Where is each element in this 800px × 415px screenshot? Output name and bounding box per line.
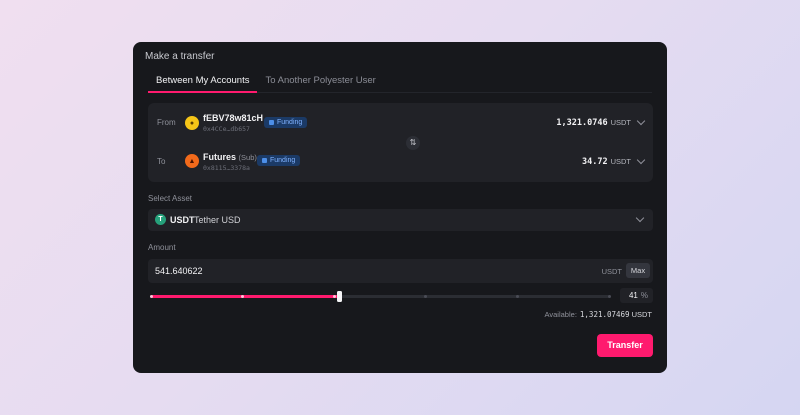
asset-selector[interactable]: T USDT Tether USD xyxy=(148,209,653,231)
available-value: 1,321.07469 xyxy=(579,310,630,319)
to-funding-badge: Funding xyxy=(257,155,301,166)
from-account-address: 0x4CCe…db657 xyxy=(203,125,250,133)
amount-label: Amount xyxy=(148,243,176,252)
coin-stack-icon: ● xyxy=(185,116,199,130)
to-balance-value: 34.72 xyxy=(581,157,608,167)
slider-thumb[interactable] xyxy=(337,291,342,302)
tab-between-my-accounts[interactable]: Between My Accounts xyxy=(148,71,258,93)
tether-icon: T xyxy=(155,214,166,225)
from-account-selector[interactable]: From ● fEBV78w81cH 0x4CCe…db657 Funding … xyxy=(148,103,653,141)
to-balance: 34.72 USDT xyxy=(582,157,631,167)
chevron-down-icon xyxy=(635,213,645,223)
amount-unit: USDT xyxy=(601,267,622,276)
chevron-down-icon xyxy=(636,155,646,165)
slider-step-25[interactable] xyxy=(241,295,244,298)
amount-slider[interactable] xyxy=(150,291,611,302)
percent-value[interactable]: 41 xyxy=(629,291,638,300)
to-account-selector[interactable]: To ▲ Futures (Sub) 0x8115…3378a Funding … xyxy=(148,142,653,180)
amount-field[interactable]: 541.640622 USDT Max xyxy=(148,259,653,283)
from-funding-badge: Funding xyxy=(264,117,308,128)
to-badge-label: Funding xyxy=(270,157,296,164)
slider-step-100[interactable] xyxy=(608,295,611,298)
to-balance-unit: USDT xyxy=(610,157,631,166)
slider-step-60[interactable] xyxy=(424,295,427,298)
amount-input[interactable]: 541.640622 xyxy=(155,266,203,276)
to-account-name: Futures (Sub) xyxy=(203,152,257,162)
percent-unit: % xyxy=(640,291,648,300)
to-label: To xyxy=(157,157,166,166)
from-account-name: fEBV78w81cH xyxy=(203,113,264,123)
slider-step-50[interactable] xyxy=(333,295,336,298)
futures-icon: ▲ xyxy=(185,154,199,168)
to-account-address: 0x8115…3378a xyxy=(203,164,250,172)
to-account-name-text: Futures xyxy=(203,152,237,162)
tab-bar: Between My Accounts To Another Polyester… xyxy=(148,71,652,93)
available-label: Available: xyxy=(544,310,577,319)
transfer-button[interactable]: Transfer xyxy=(597,334,653,357)
asset-name: Tether USD xyxy=(194,215,241,225)
percent-field[interactable]: 41% xyxy=(620,288,653,303)
slider-step-0[interactable] xyxy=(150,295,153,298)
select-asset-label: Select Asset xyxy=(148,194,193,203)
from-balance: 1,321.0746 USDT xyxy=(556,118,631,128)
asset-symbol: USDT xyxy=(170,215,195,225)
from-balance-unit: USDT xyxy=(610,118,631,127)
available-balance: Available: 1,321.07469 USDT xyxy=(545,310,652,319)
wallet-icon xyxy=(269,120,274,125)
max-button[interactable]: Max xyxy=(626,263,650,278)
from-badge-label: Funding xyxy=(277,119,303,126)
slider-step-80[interactable] xyxy=(516,295,519,298)
available-unit: USDT xyxy=(631,310,652,319)
slider-fill xyxy=(151,295,339,298)
wallet-icon xyxy=(262,158,267,163)
tab-to-another-user[interactable]: To Another Polyester User xyxy=(257,71,383,93)
modal-title: Make a transfer xyxy=(145,51,215,62)
transfer-modal: Make a transfer Between My Accounts To A… xyxy=(133,42,667,373)
to-account-sub: (Sub) xyxy=(238,153,257,162)
from-label: From xyxy=(157,118,176,127)
from-balance-value: 1,321.0746 xyxy=(556,118,608,128)
chevron-down-icon xyxy=(636,116,646,126)
accounts-panel: From ● fEBV78w81cH 0x4CCe…db657 Funding … xyxy=(148,103,653,182)
